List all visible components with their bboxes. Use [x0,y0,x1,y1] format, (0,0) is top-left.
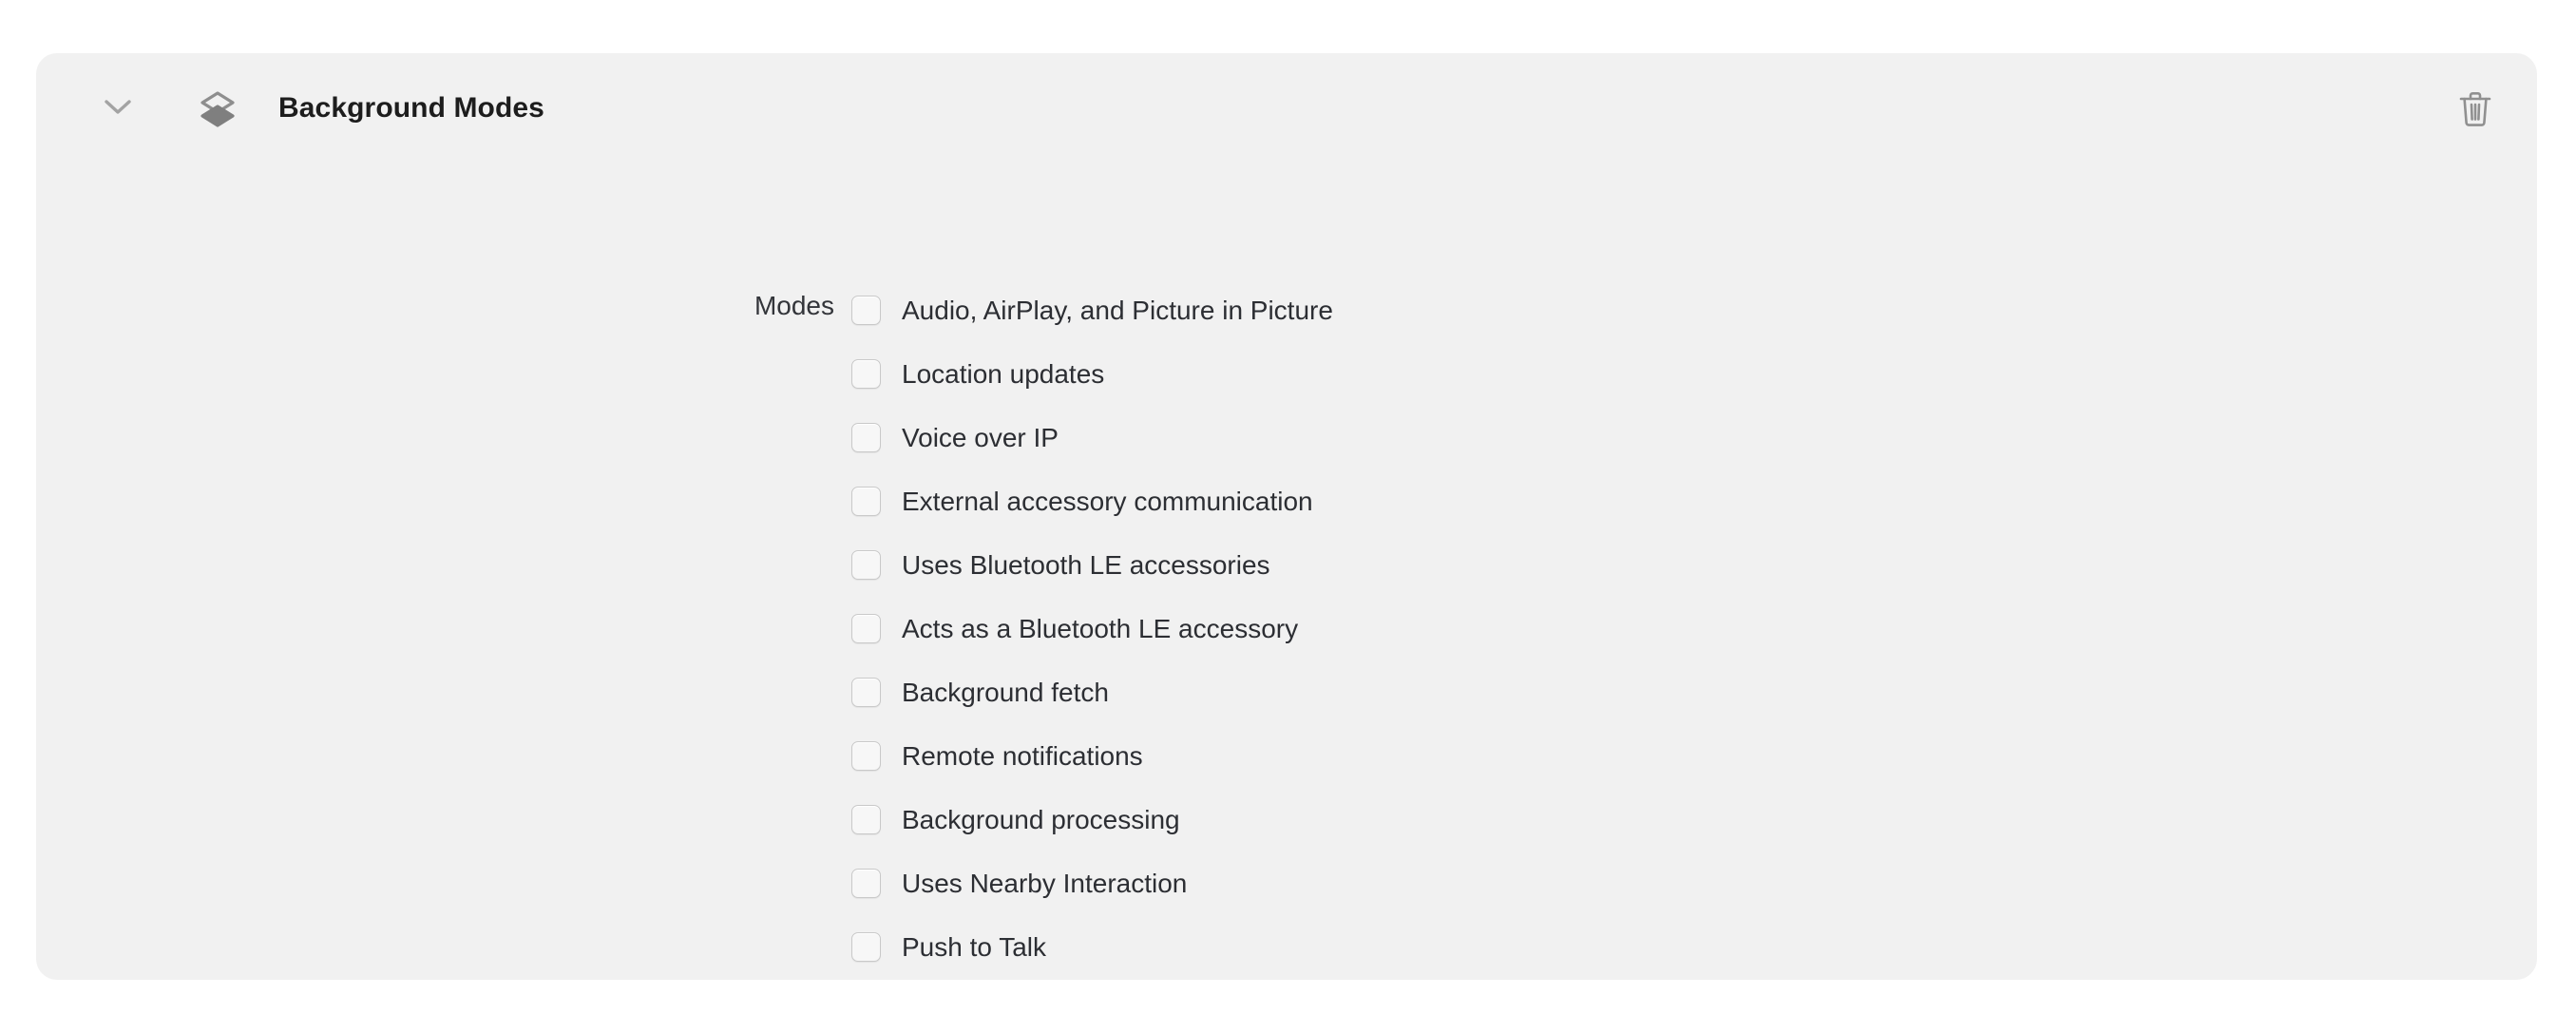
mode-checkbox-uses-bluetooth-le-accessories[interactable]: Uses Bluetooth LE accessories [851,533,1333,597]
mode-checkbox-acts-as-bluetooth-le-accessory[interactable]: Acts as a Bluetooth LE accessory [851,597,1333,660]
mode-label: Background processing [902,804,1180,834]
mode-checkbox-background-fetch[interactable]: Background fetch [851,660,1333,724]
trash-icon[interactable] [2453,86,2497,132]
checkbox-icon[interactable] [851,741,881,771]
modes-label: Modes [754,291,834,320]
mode-label: External accessory communication [902,486,1313,516]
background-modes-panel: Background Modes Modes Audio, AirPlay, a… [36,53,2537,980]
mode-checkbox-uses-nearby-interaction[interactable]: Uses Nearby Interaction [851,851,1333,915]
checkbox-icon[interactable] [851,296,881,325]
checkbox-icon[interactable] [851,423,881,452]
mode-label: Push to Talk [902,931,1047,962]
panel-header: Background Modes [36,53,2537,158]
chevron-down-icon[interactable] [98,87,138,127]
modes-checkbox-list: Audio, AirPlay, and Picture in Picture L… [851,278,1333,979]
checkbox-icon[interactable] [851,487,881,516]
mode-checkbox-push-to-talk[interactable]: Push to Talk [851,915,1333,979]
mode-checkbox-remote-notifications[interactable]: Remote notifications [851,724,1333,788]
mode-checkbox-audio-airplay-picture-in-picture[interactable]: Audio, AirPlay, and Picture in Picture [851,278,1333,342]
checkbox-icon[interactable] [851,805,881,834]
checkbox-icon[interactable] [851,869,881,898]
mode-label: Uses Nearby Interaction [902,868,1188,898]
mode-label: Background fetch [902,677,1109,707]
mode-label: Uses Bluetooth LE accessories [902,549,1270,580]
mode-label: Location updates [902,358,1105,389]
mode-checkbox-external-accessory-communication[interactable]: External accessory communication [851,469,1333,533]
checkbox-icon[interactable] [851,932,881,962]
checkbox-icon[interactable] [851,678,881,707]
checkbox-icon[interactable] [851,359,881,389]
layers-stack-icon [196,86,239,130]
mode-checkbox-voice-over-ip[interactable]: Voice over IP [851,406,1333,469]
mode-label: Acts as a Bluetooth LE accessory [902,613,1299,643]
mode-checkbox-background-processing[interactable]: Background processing [851,788,1333,851]
mode-checkbox-location-updates[interactable]: Location updates [851,342,1333,406]
mode-label: Audio, AirPlay, and Picture in Picture [902,295,1333,325]
checkbox-icon[interactable] [851,614,881,643]
page-title: Background Modes [278,92,544,124]
mode-label: Remote notifications [902,740,1143,771]
mode-label: Voice over IP [902,422,1059,452]
checkbox-icon[interactable] [851,550,881,580]
